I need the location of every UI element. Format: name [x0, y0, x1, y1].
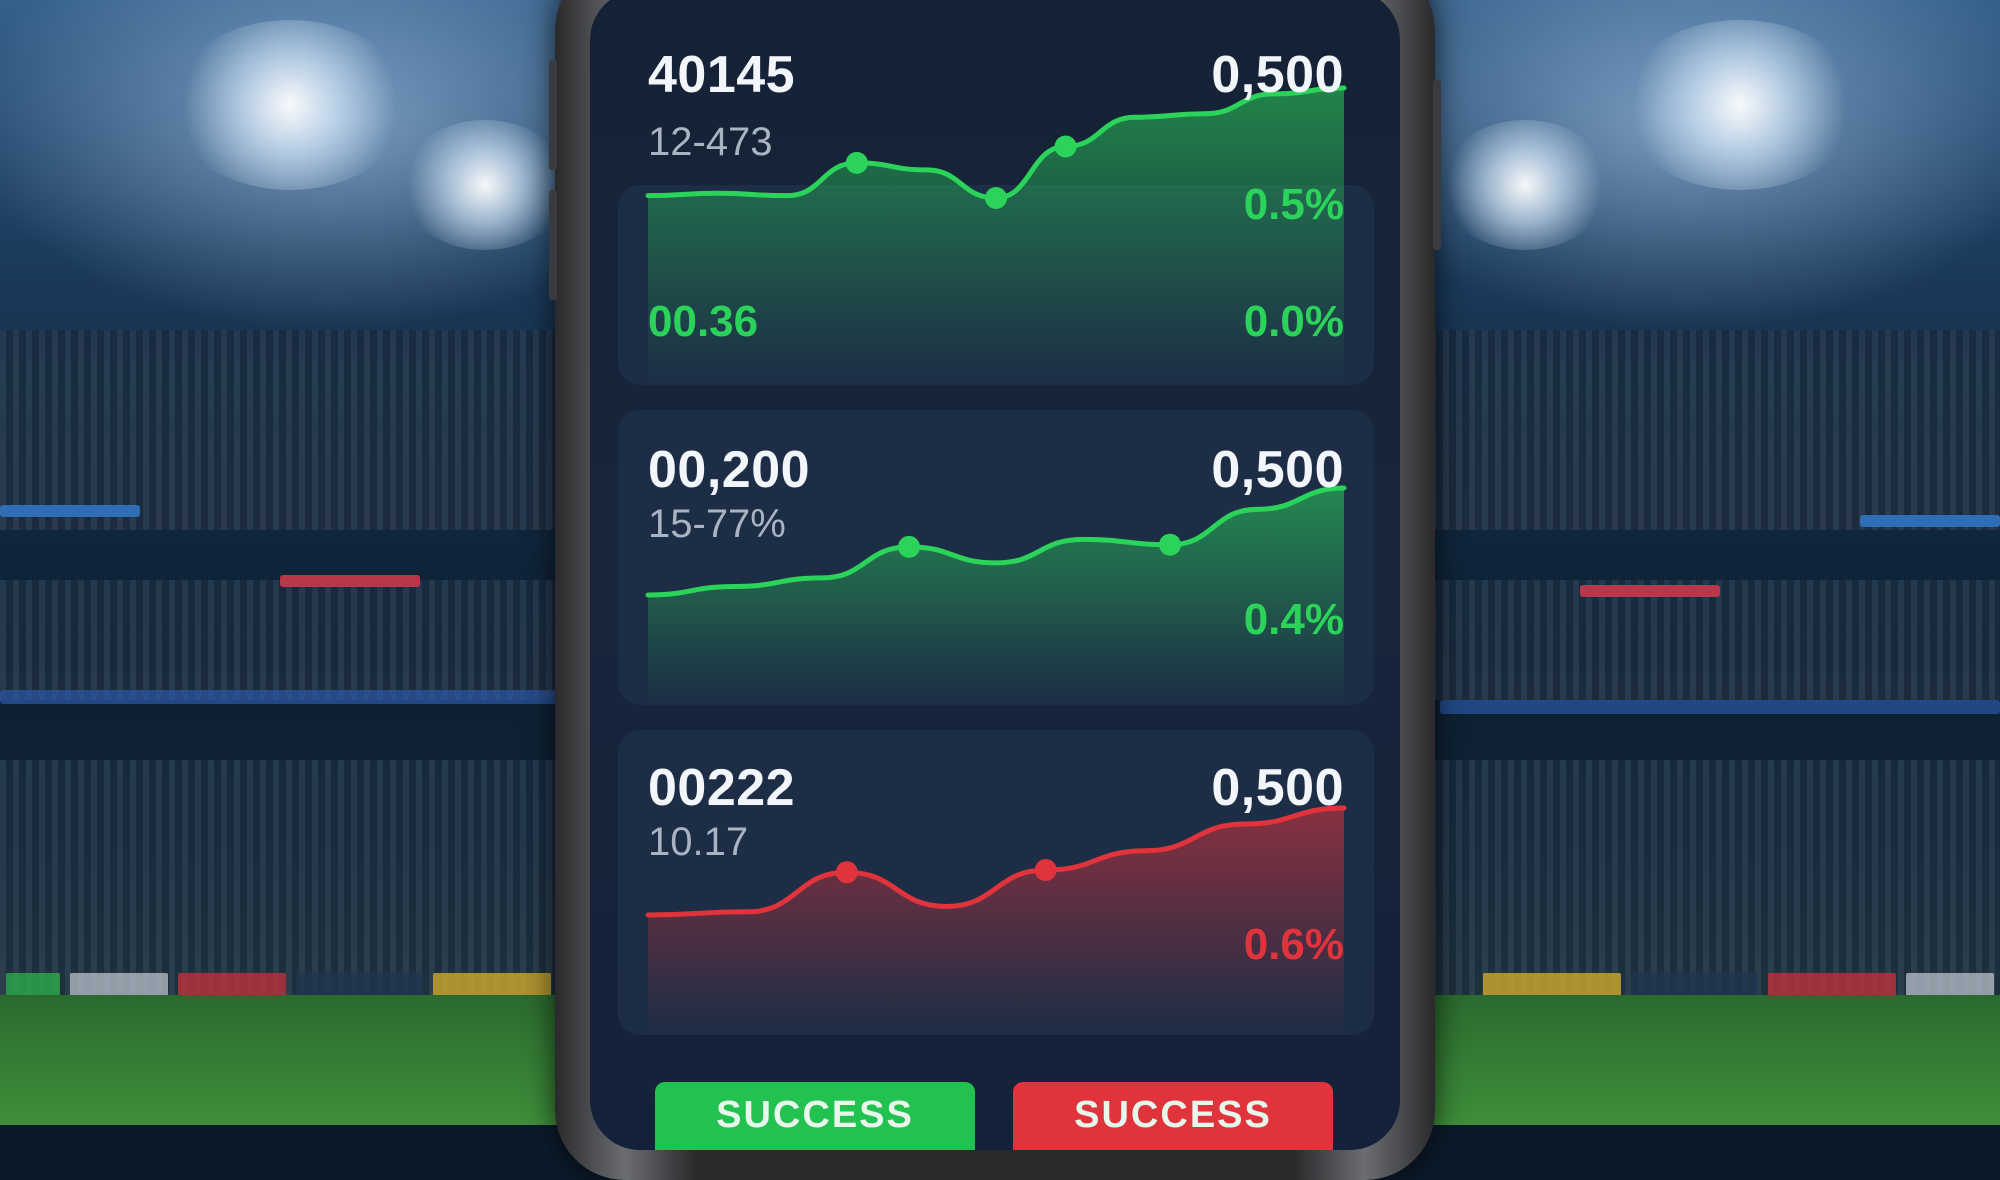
card-price: 0,500 — [1211, 441, 1344, 499]
chart-point-marker — [985, 186, 1007, 209]
power-button — [1433, 80, 1441, 250]
floodlight-right-2 — [1440, 120, 1610, 250]
market-card-1[interactable]: 40145 12-473 0,500 0.5% 00.36 0.0% — [618, 0, 1374, 385]
app-screen: 40145 12-473 0,500 0.5% 00.36 0.0% 00,20… — [590, 0, 1400, 1150]
success-button-red[interactable]: SUCCESS — [1013, 1082, 1333, 1150]
card-primary-value: 00222 — [648, 759, 796, 817]
stand-band — [1440, 700, 2000, 714]
stand-stripe — [1580, 585, 1720, 597]
card-left-bottom-value: 00.36 — [648, 297, 759, 346]
market-card-3[interactable]: 00222 10.17 0,500 0.6% — [618, 730, 1374, 1035]
card-change: 0.6% — [1243, 920, 1344, 969]
chart-point-marker — [845, 151, 868, 174]
card-secondary-value: 10.17 — [648, 820, 749, 864]
chart-point-marker — [898, 535, 920, 558]
card-secondary-value: 15-77% — [648, 502, 786, 546]
volume-down-button — [549, 190, 557, 300]
chart-area — [648, 808, 1344, 1035]
chart-point-marker — [835, 861, 858, 884]
floodlight-left — [170, 20, 410, 190]
chart-point-marker — [1054, 135, 1077, 158]
chart-point-marker — [1034, 859, 1057, 882]
floodlight-left-2 — [400, 120, 570, 250]
stand-stripe — [1860, 515, 2000, 527]
card-price: 0,500 — [1211, 759, 1344, 817]
market-card-2[interactable]: 00,200 15-77% 0,500 0.4% — [618, 410, 1374, 705]
card-secondary-value: 12-473 — [648, 120, 773, 164]
success-button-green[interactable]: SUCCESS — [655, 1082, 975, 1150]
volume-up-button — [549, 60, 557, 170]
floodlight-right — [1620, 20, 1860, 190]
card-change: 0.4% — [1243, 595, 1344, 644]
card-change-bottom: 0.0% — [1243, 297, 1344, 346]
card-change-top: 0.5% — [1243, 180, 1344, 229]
stand-stripe — [0, 505, 140, 517]
card-primary-value: 40145 — [648, 46, 796, 104]
chart-point-marker — [1159, 533, 1181, 556]
card-price: 0,500 — [1211, 46, 1344, 104]
stand-stripe — [280, 575, 420, 587]
stand-band — [0, 690, 560, 704]
card-primary-value: 00,200 — [648, 441, 811, 499]
